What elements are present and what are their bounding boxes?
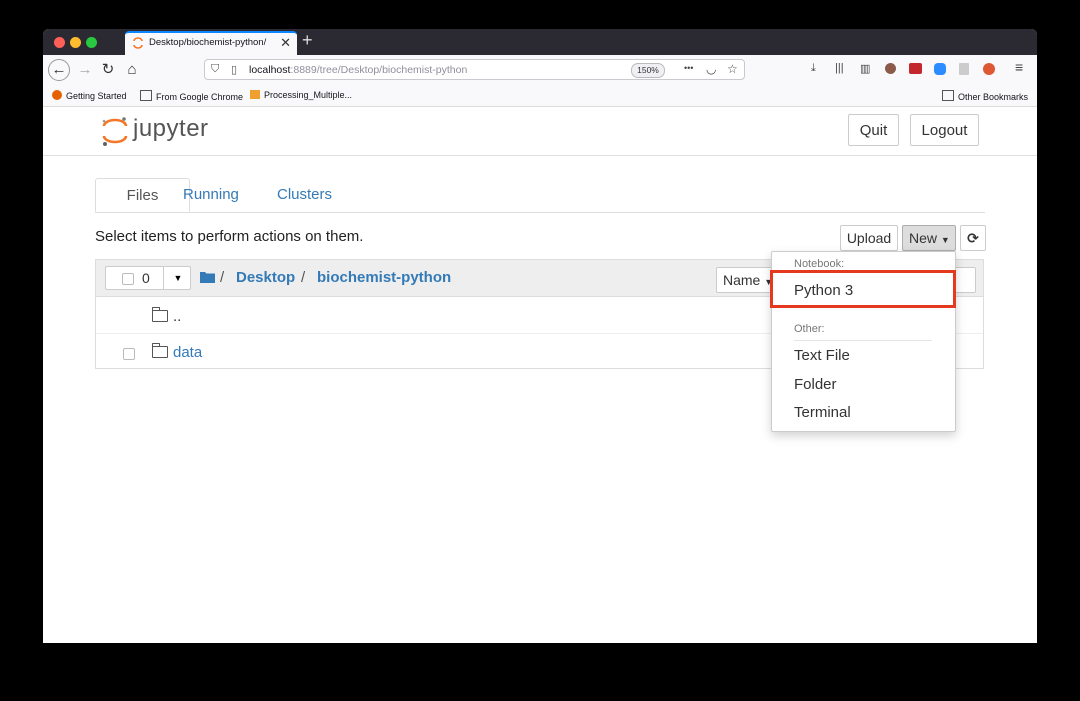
- bookmarks-bar: Getting Started From Google Chrome Proce…: [43, 85, 1037, 107]
- back-button[interactable]: ←: [48, 59, 70, 81]
- data-folder-link[interactable]: data: [173, 344, 202, 361]
- bookmark-label: From Google Chrome: [156, 92, 244, 102]
- breadcrumb-desktop[interactable]: Desktop: [236, 269, 295, 286]
- document-extension-icon[interactable]: [959, 63, 969, 75]
- folder-icon: [140, 90, 152, 101]
- select-all-box[interactable]: 0 ▼: [105, 266, 191, 290]
- shield-icon[interactable]: ⛉: [211, 63, 219, 76]
- url-text[interactable]: localhost:8889/tree/Desktop/biochemist-p…: [249, 64, 467, 76]
- new-tab-button[interactable]: +: [302, 30, 313, 51]
- tab-close-icon[interactable]: ✕: [280, 35, 291, 51]
- sort-name-button[interactable]: Name ▼: [716, 267, 776, 293]
- page-info-icon[interactable]: ▯: [231, 63, 237, 76]
- hamburger-menu-icon[interactable]: ≡: [1015, 59, 1023, 75]
- folder-icon: [942, 90, 954, 101]
- navigation-bar: ← → ↻ ⌂ ⛉ ▯ localhost:8889/tree/Desktop/…: [43, 55, 1037, 85]
- sort-name-label: Name: [723, 272, 761, 288]
- tab-running[interactable]: Running: [183, 178, 239, 212]
- extension-red-icon[interactable]: [909, 63, 922, 74]
- url-bar[interactable]: ⛉ ▯ localhost:8889/tree/Desktop/biochemi…: [204, 59, 745, 80]
- folder-icon: [151, 307, 168, 322]
- folder-icon: [151, 343, 168, 358]
- python3-highlight-box: [770, 270, 956, 308]
- zoom-extension-icon[interactable]: [934, 63, 946, 75]
- selection-dropdown-caret-icon[interactable]: ▼: [163, 267, 192, 289]
- bookmark-star-icon[interactable]: ☆: [727, 62, 738, 76]
- jupyter-page: jupyter Quit Logout Files Running Cluste…: [43, 107, 1037, 643]
- terminal-menu-item[interactable]: Terminal: [794, 404, 851, 421]
- bookmark-label: Processing_Multiple...: [264, 90, 353, 100]
- bookmark-other[interactable]: Other Bookmarks: [942, 90, 1028, 102]
- breadcrumb-biochemist-python[interactable]: biochemist-python: [317, 269, 451, 286]
- other-header: Other:: [794, 323, 825, 335]
- sidebar-icon[interactable]: ▥: [860, 62, 870, 75]
- bookmark-getting-started[interactable]: Getting Started: [52, 90, 127, 101]
- refresh-button[interactable]: ⟳: [960, 225, 986, 251]
- page-actions-icon[interactable]: •••: [684, 63, 693, 73]
- tab-files[interactable]: Files: [95, 178, 190, 212]
- browser-tab[interactable]: Desktop/biochemist-python/ ✕: [125, 31, 297, 55]
- reload-button[interactable]: ↻: [97, 59, 119, 81]
- minimize-window-button[interactable]: [70, 37, 81, 48]
- breadcrumb-separator: /: [301, 269, 306, 286]
- duckduckgo-icon[interactable]: [983, 63, 995, 75]
- bookmark-processing[interactable]: Processing_Multiple...: [250, 90, 352, 100]
- tab-clusters[interactable]: Clusters: [277, 178, 332, 212]
- url-path: :8889/tree/Desktop/biochemist-python: [290, 64, 468, 76]
- breadcrumb-separator: /: [220, 269, 225, 286]
- jupyter-logo-text[interactable]: jupyter: [133, 115, 209, 143]
- maximize-window-button[interactable]: [86, 37, 97, 48]
- select-all-checkbox[interactable]: [122, 273, 134, 285]
- page-icon: [250, 90, 260, 99]
- parent-directory-link[interactable]: ..: [173, 308, 181, 325]
- menu-divider: [794, 340, 932, 341]
- bookmark-label: Getting Started: [66, 91, 127, 101]
- row-checkbox[interactable]: [123, 348, 135, 360]
- firefox-icon: [52, 90, 62, 100]
- browser-window: Desktop/biochemist-python/ ✕ + ← → ↻ ⌂ ⛉…: [43, 29, 1037, 643]
- tab-strip: Desktop/biochemist-python/ ✕ +: [43, 29, 1037, 55]
- zoom-indicator[interactable]: 150%: [631, 63, 665, 78]
- downloads-icon[interactable]: ⤓: [811, 62, 816, 75]
- new-label: New: [909, 230, 938, 246]
- tab-title: Desktop/biochemist-python/: [149, 37, 267, 48]
- folder-home-icon[interactable]: [200, 271, 215, 283]
- pocket-icon[interactable]: ◡: [706, 62, 716, 76]
- selected-count: 0: [142, 270, 150, 286]
- logout-button[interactable]: Logout: [910, 114, 979, 146]
- bookmark-from-chrome[interactable]: From Google Chrome: [140, 90, 243, 102]
- select-message: Select items to perform actions on them.: [95, 228, 364, 245]
- jupyter-tabs: Files Running Clusters: [95, 178, 985, 213]
- forward-button[interactable]: →: [74, 59, 96, 81]
- quit-button[interactable]: Quit: [848, 114, 899, 146]
- folder-menu-item[interactable]: Folder: [794, 376, 837, 393]
- notebook-header: Notebook:: [794, 258, 845, 270]
- new-button[interactable]: New ▼: [902, 225, 956, 251]
- account-avatar[interactable]: [885, 63, 896, 74]
- close-window-button[interactable]: [54, 37, 65, 48]
- caret-down-icon: ▼: [940, 235, 950, 245]
- upload-button[interactable]: Upload: [840, 225, 898, 251]
- bookmark-label: Other Bookmarks: [958, 92, 1029, 102]
- library-icon[interactable]: |||: [835, 62, 844, 74]
- url-host: localhost: [249, 64, 291, 76]
- jupyter-logo-icon[interactable]: [100, 115, 130, 147]
- text-file-menu-item[interactable]: Text File: [794, 347, 850, 364]
- home-icon[interactable]: ⌂: [121, 59, 143, 81]
- jupyter-header: jupyter Quit Logout: [43, 107, 1037, 156]
- jupyter-favicon-icon: [133, 37, 143, 49]
